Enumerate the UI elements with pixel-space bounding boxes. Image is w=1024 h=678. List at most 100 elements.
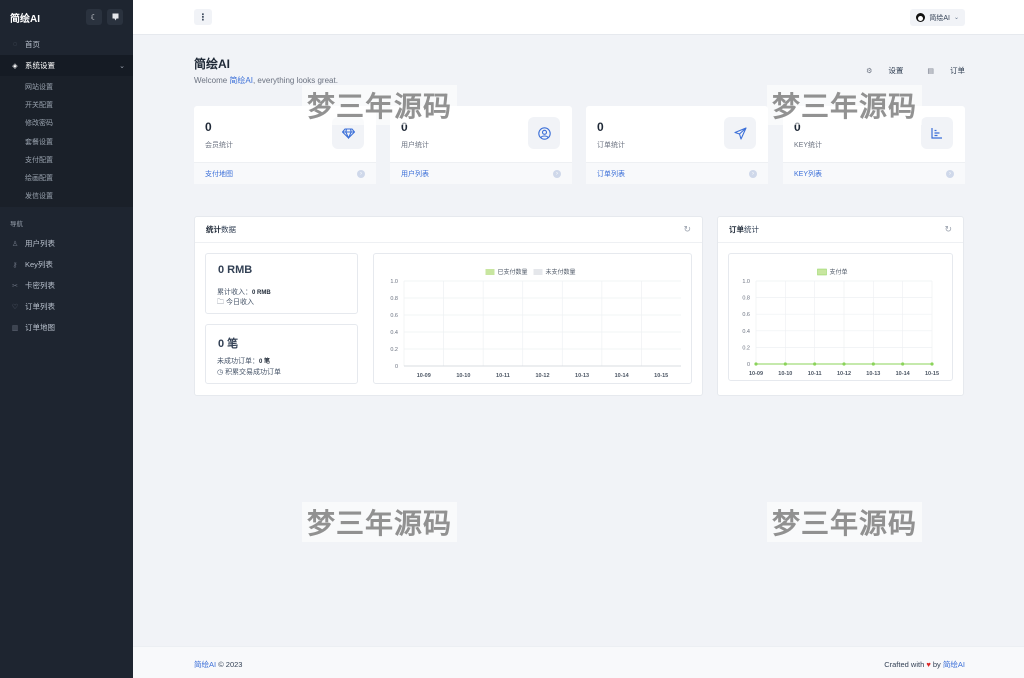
main-content: 简绘AI Welcome 简绘AI, everything looks grea…: [133, 35, 1024, 646]
watermark: 梦三年源码: [767, 85, 923, 125]
stat-link[interactable]: 订单列表: [597, 169, 749, 179]
stat-label: 订单统计: [597, 142, 625, 149]
sidebar-subitem-mail[interactable]: 发信设置: [0, 187, 133, 205]
sidebar-subitem-drawing[interactable]: 绘画配置: [0, 169, 133, 187]
gear-icon: ⚙: [866, 67, 873, 75]
arrow-right-icon[interactable]: ›: [553, 169, 561, 178]
orders-success: ◷ 积累交易成功订单: [217, 367, 281, 377]
x-tick-label: 10-12: [837, 371, 851, 377]
x-tick-label: 10-10: [778, 371, 792, 377]
settings-link[interactable]: ⚙ 设置: [854, 65, 903, 76]
x-tick-label: 10-13: [575, 373, 589, 379]
sidebar-item-order-map[interactable]: ▥ 订单地图: [0, 317, 133, 338]
footer-copyright: 简绘AI © 2023: [194, 659, 242, 670]
sidebar-subitem-password[interactable]: 修改密码: [0, 114, 133, 132]
notification-icon[interactable]: [107, 9, 123, 25]
y-tick-label: 1.0: [390, 279, 398, 285]
orders-failed: 未成功订单：0 笔: [217, 356, 270, 366]
legend-label: 支付单: [830, 268, 848, 276]
footer-brand-link[interactable]: 简绘AI: [194, 660, 216, 669]
user-icon: ♙: [11, 240, 19, 248]
sidebar-subitem-switches[interactable]: 开关配置: [0, 96, 133, 114]
x-tick-label: 10-15: [654, 373, 668, 379]
legend-label: 已支付数量: [498, 268, 528, 276]
data-point: [813, 362, 817, 366]
legend-swatch: [817, 268, 827, 276]
bar-chart-icon: [921, 117, 953, 149]
arrow-right-icon[interactable]: ›: [357, 169, 365, 178]
sidebar-item-users[interactable]: ♙ 用户列表: [0, 233, 133, 254]
stat-footer: 订单列表 ›: [586, 162, 768, 184]
footer: 简绘AI © 2023 Crafted with ♥ by 简绘AI: [133, 646, 1024, 678]
header-links: ⚙ 设置 ▤ 订单: [842, 65, 965, 76]
sidebar-item-label: 订单列表: [25, 302, 55, 312]
footer-credit: Crafted with ♥ by 简绘AI: [884, 659, 965, 670]
welcome-prefix: Welcome: [194, 76, 230, 85]
y-tick-label: 0.2: [742, 345, 750, 351]
x-tick-label: 10-13: [866, 371, 880, 377]
sidebar-item-settings[interactable]: ◈ 系统设置 ⌄: [0, 55, 133, 76]
avatar: [916, 13, 926, 22]
stat-footer: KEY列表 ›: [783, 162, 965, 184]
stat-label: 用户统计: [401, 142, 429, 149]
sidebar-subitem-site[interactable]: 网站设置: [0, 78, 133, 96]
sidebar-item-label: Key列表: [25, 260, 53, 270]
y-tick-label: 0.6: [390, 313, 398, 319]
sidebar-item-keys[interactable]: ⚷ Key列表: [0, 254, 133, 275]
refresh-icon[interactable]: ↻: [683, 224, 691, 235]
orders-link[interactable]: ▤ 订单: [915, 65, 965, 76]
footer-crafted: Crafted with: [884, 660, 925, 669]
sidebar-item-orders[interactable]: ♡ 订单列表: [0, 296, 133, 317]
brand-logo[interactable]: 简绘AI: [10, 10, 81, 25]
menu-toggle-button[interactable]: ⋮: [194, 9, 212, 25]
sidebar-item-label: 系统设置: [25, 61, 55, 70]
stat-card-orders: 0 订单统计 订单列表 ›: [586, 106, 768, 184]
stat-link[interactable]: 支付地图: [205, 169, 357, 179]
order-panel: 订单 统计 ↻ 支付单 0 0.2 0.4 0.6 0.8 1.0 10-09 10-10 10-1…: [717, 216, 964, 396]
sidebar-item-home[interactable]: ◌ 首页: [0, 34, 133, 55]
sidebar-item-label: 卡密列表: [25, 281, 55, 291]
welcome-user-link[interactable]: 简绘AI: [229, 76, 253, 85]
panel-title-rest: 统计: [744, 225, 759, 234]
sidebar-item-label: 首页: [25, 40, 40, 49]
panel-title-bold: 统计: [206, 225, 221, 234]
orders-failed-value: 0 笔: [259, 359, 271, 365]
settings-submenu: 网站设置 开关配置 修改密码 套餐设置 支付配置 绘画配置 发信设置: [0, 76, 133, 208]
map-icon: ▥: [11, 324, 19, 332]
orders-failed-label: 未成功订单：: [217, 358, 259, 365]
footer-by: by: [932, 660, 941, 669]
stat-footer: 用户列表 ›: [390, 162, 572, 184]
sidebar-header: 简绘AI ☾: [0, 0, 133, 34]
dark-mode-icon[interactable]: ☾: [86, 9, 102, 25]
sidebar-item-label: 用户列表: [25, 239, 55, 249]
watermark: 梦三年源码: [302, 502, 458, 542]
data-point: [783, 362, 787, 366]
arrow-right-icon[interactable]: ›: [946, 169, 954, 178]
x-tick-label: 10-10: [456, 373, 470, 379]
footer-author-link[interactable]: 简绘AI: [943, 660, 965, 669]
stat-link[interactable]: KEY列表: [794, 169, 946, 179]
revenue-today: 🗀 今日收入: [217, 297, 254, 309]
folder-icon: 🗀: [217, 299, 226, 306]
stat-link[interactable]: 用户列表: [401, 169, 553, 179]
y-tick-label: 0.8: [390, 296, 398, 302]
y-tick-label: 0.2: [390, 347, 398, 353]
arrow-right-icon[interactable]: ›: [749, 169, 757, 178]
x-tick-label: 10-11: [496, 373, 510, 379]
sidebar-subitem-payment[interactable]: 支付配置: [0, 151, 133, 169]
heart-icon: ♥: [926, 660, 931, 669]
stats-panel: 统计 数据 ↻ 0 RMB 累计收入：0 RMB 🗀 今日收入 0 笔 未成功订单…: [194, 216, 703, 396]
sidebar: 简绘AI ☾ ◌ 首页 ◈ 系统设置 ⌄ 网站设置 开关配置 修改密码 套餐设置…: [0, 0, 133, 678]
sidebar-subitem-plans[interactable]: 套餐设置: [0, 133, 133, 151]
order-chart-svg: 支付单 0 0.2 0.4 0.6 0.8 1.0 10-09 10-10 10-11 10-12 1…: [742, 268, 939, 377]
panel-title-bold: 订单: [729, 225, 744, 234]
data-point: [930, 362, 934, 366]
sidebar-item-cards[interactable]: ✂ 卡密列表: [0, 275, 133, 296]
y-tick-label: 1.0: [742, 279, 750, 285]
payment-chart-svg: 已支付数量 未支付数量 0 0.2 0.4 0.6 0.8 1.0 10-09 10-10 10-1…: [390, 268, 681, 379]
y-tick-label: 0.4: [742, 329, 750, 335]
chart-icon: ▤: [927, 67, 934, 75]
chevron-down-icon: ⌄: [953, 15, 959, 21]
user-menu-button[interactable]: 简绘AI ⌄: [910, 9, 965, 26]
refresh-icon[interactable]: ↻: [944, 224, 952, 235]
